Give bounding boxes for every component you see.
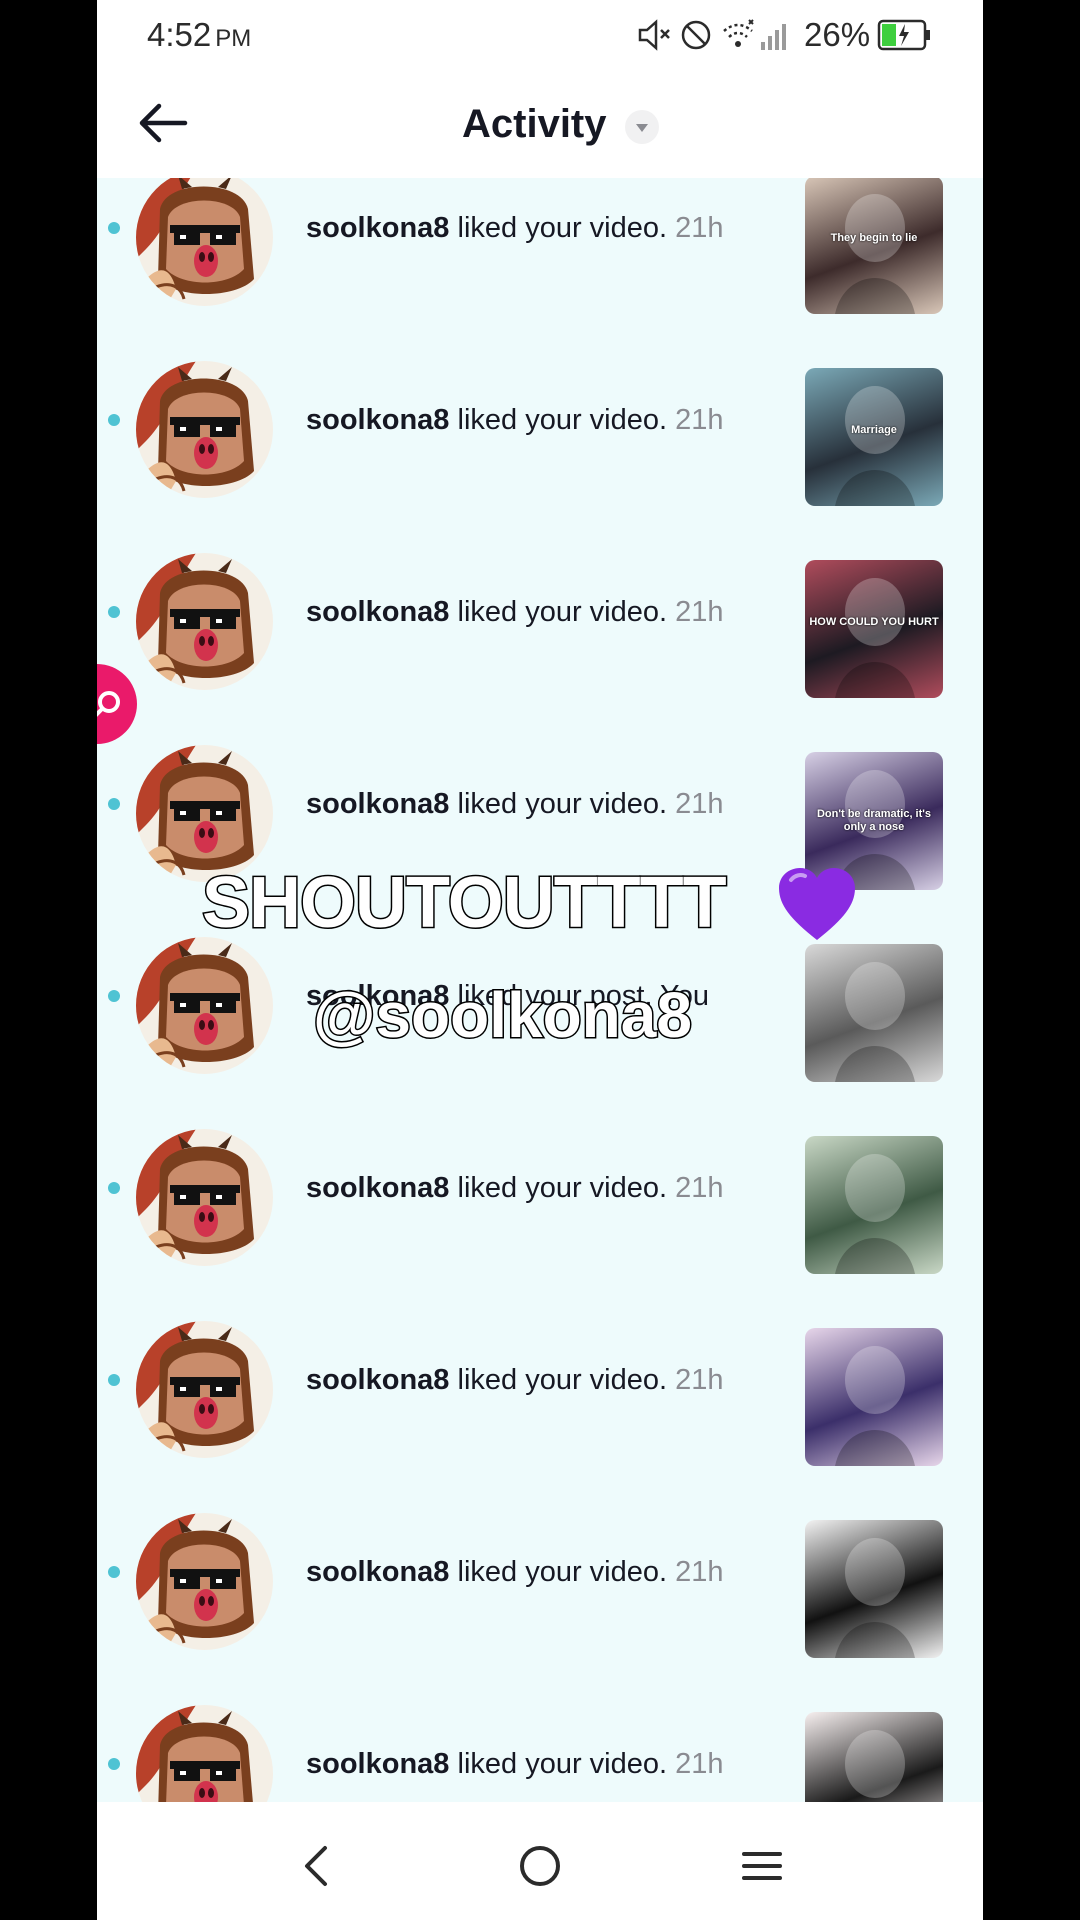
notification-username[interactable]: soolkona8 — [306, 1364, 449, 1396]
notification-time: 21h — [675, 788, 724, 820]
notification-time: 21h — [675, 1556, 724, 1588]
notification-action: liked your video. — [457, 596, 668, 628]
avatar[interactable] — [136, 1705, 273, 1802]
unread-dot — [108, 222, 120, 234]
avatar[interactable] — [136, 553, 273, 690]
floating-search-button[interactable] — [97, 664, 137, 744]
avatar[interactable] — [136, 937, 273, 1074]
notification-action: liked your video. — [457, 404, 668, 436]
notification-time: 21h — [675, 596, 724, 628]
nav-back-icon[interactable] — [287, 1836, 347, 1896]
notification-action: liked your video. — [457, 1556, 668, 1588]
avatar[interactable] — [136, 1321, 273, 1458]
notification-text: soolkona8 liked your video. 21h — [306, 404, 724, 437]
notification-text: soolkona8 liked your video. 21h — [306, 788, 724, 821]
video-thumbnail[interactable] — [805, 944, 943, 1082]
purple-heart-icon — [779, 868, 855, 940]
unread-dot — [108, 1758, 120, 1770]
avatar[interactable] — [136, 1129, 273, 1266]
notification-time: 21h — [675, 1172, 724, 1204]
unread-dot — [108, 1374, 120, 1386]
screen: 4:52 PM 26% Activity soolkona8 liked you… — [97, 0, 983, 1920]
unread-dot — [108, 798, 120, 810]
signal-icon — [761, 24, 786, 50]
notification-time: 21h — [675, 404, 724, 436]
overlay-caption-line2: @soolkona8 — [312, 978, 694, 1053]
notification-row[interactable]: soolkona8 liked your video. 21h — [97, 1468, 983, 1660]
do-not-disturb-icon — [681, 20, 711, 50]
video-thumbnail[interactable] — [805, 1712, 943, 1802]
unread-dot — [108, 990, 120, 1002]
notification-row[interactable]: soolkona8 liked your video. 21h HOW COULD… — [97, 508, 983, 700]
notification-username[interactable]: soolkona8 — [306, 212, 449, 244]
system-nav-bar — [97, 1802, 983, 1920]
notification-username[interactable]: soolkona8 — [306, 596, 449, 628]
video-thumbnail[interactable] — [805, 1136, 943, 1274]
status-time: 4:52 PM — [147, 16, 251, 54]
notification-time: 21h — [675, 212, 724, 244]
notification-action: liked your video. — [457, 1172, 668, 1204]
notification-text: soolkona8 liked your video. 21h — [306, 1364, 724, 1397]
notification-row[interactable]: soolkona8 liked your video. 21h Marriage — [97, 316, 983, 508]
notification-row[interactable]: soolkona8 liked your video. 21h — [97, 1660, 983, 1802]
battery-percent: 26% — [804, 16, 871, 53]
mute-icon — [638, 19, 670, 51]
notification-text: soolkona8 liked your video. 21h — [306, 596, 724, 629]
notification-username[interactable]: soolkona8 — [306, 788, 449, 820]
notification-username[interactable]: soolkona8 — [306, 1556, 449, 1588]
unread-dot — [108, 1182, 120, 1194]
thumbnail-caption: HOW COULD YOU HURT — [809, 616, 939, 628]
video-thumbnail[interactable] — [805, 1520, 943, 1658]
back-button[interactable] — [135, 98, 191, 148]
nav-menu-icon[interactable] — [732, 1836, 792, 1896]
video-thumbnail[interactable]: HOW COULD YOU HURT — [805, 560, 943, 698]
notification-text: soolkona8 liked your video. 21h — [306, 1748, 724, 1781]
notification-text: soolkona8 liked your video. 21h — [306, 212, 724, 245]
caret-down-icon[interactable] — [625, 110, 659, 144]
notification-row[interactable]: soolkona8 liked your video. 21h They begi… — [97, 178, 983, 316]
unread-dot — [108, 414, 120, 426]
nav-home-icon[interactable] — [510, 1836, 570, 1896]
unread-dot — [108, 606, 120, 618]
battery-charging-icon — [877, 19, 930, 51]
thumbnail-caption: Marriage — [851, 424, 897, 436]
video-thumbnail[interactable] — [805, 1328, 943, 1466]
page-title[interactable]: Activity — [462, 102, 607, 147]
notification-username[interactable]: soolkona8 — [306, 1748, 449, 1780]
unread-dot — [108, 1566, 120, 1578]
overlay-caption-line1: SHOUTOUTTTT — [201, 862, 729, 945]
avatar[interactable] — [136, 178, 273, 306]
header: Activity — [97, 70, 983, 178]
thumbnail-caption: They begin to lie — [830, 232, 918, 244]
notification-row[interactable]: soolkona8 liked your video. 21h — [97, 1084, 983, 1276]
notification-time: 21h — [675, 1748, 724, 1780]
notification-action: liked your video. — [457, 788, 668, 820]
notification-text: soolkona8 liked your video. 21h — [306, 1172, 724, 1205]
status-time-ampm: PM — [215, 25, 252, 52]
notification-row[interactable]: soolkona8 liked your video. 21h — [97, 1276, 983, 1468]
search-icon — [97, 691, 120, 717]
status-time-value: 4:52 — [147, 16, 212, 53]
avatar[interactable] — [136, 1513, 273, 1650]
thumbnail-caption: Don't be dramatic, it's only a nose — [816, 808, 932, 833]
wifi-icon — [723, 19, 754, 47]
notification-time: 21h — [675, 1364, 724, 1396]
video-thumbnail[interactable]: Marriage — [805, 368, 943, 506]
notification-action: liked your video. — [457, 212, 668, 244]
notification-action: liked your video. — [457, 1364, 668, 1396]
notification-action: liked your video. — [457, 1748, 668, 1780]
avatar[interactable] — [136, 361, 273, 498]
notification-username[interactable]: soolkona8 — [306, 1172, 449, 1204]
notification-username[interactable]: soolkona8 — [306, 404, 449, 436]
video-thumbnail[interactable]: They begin to lie — [805, 178, 943, 314]
notification-text: soolkona8 liked your video. 21h — [306, 1556, 724, 1589]
status-bar: 4:52 PM 26% — [97, 0, 983, 70]
